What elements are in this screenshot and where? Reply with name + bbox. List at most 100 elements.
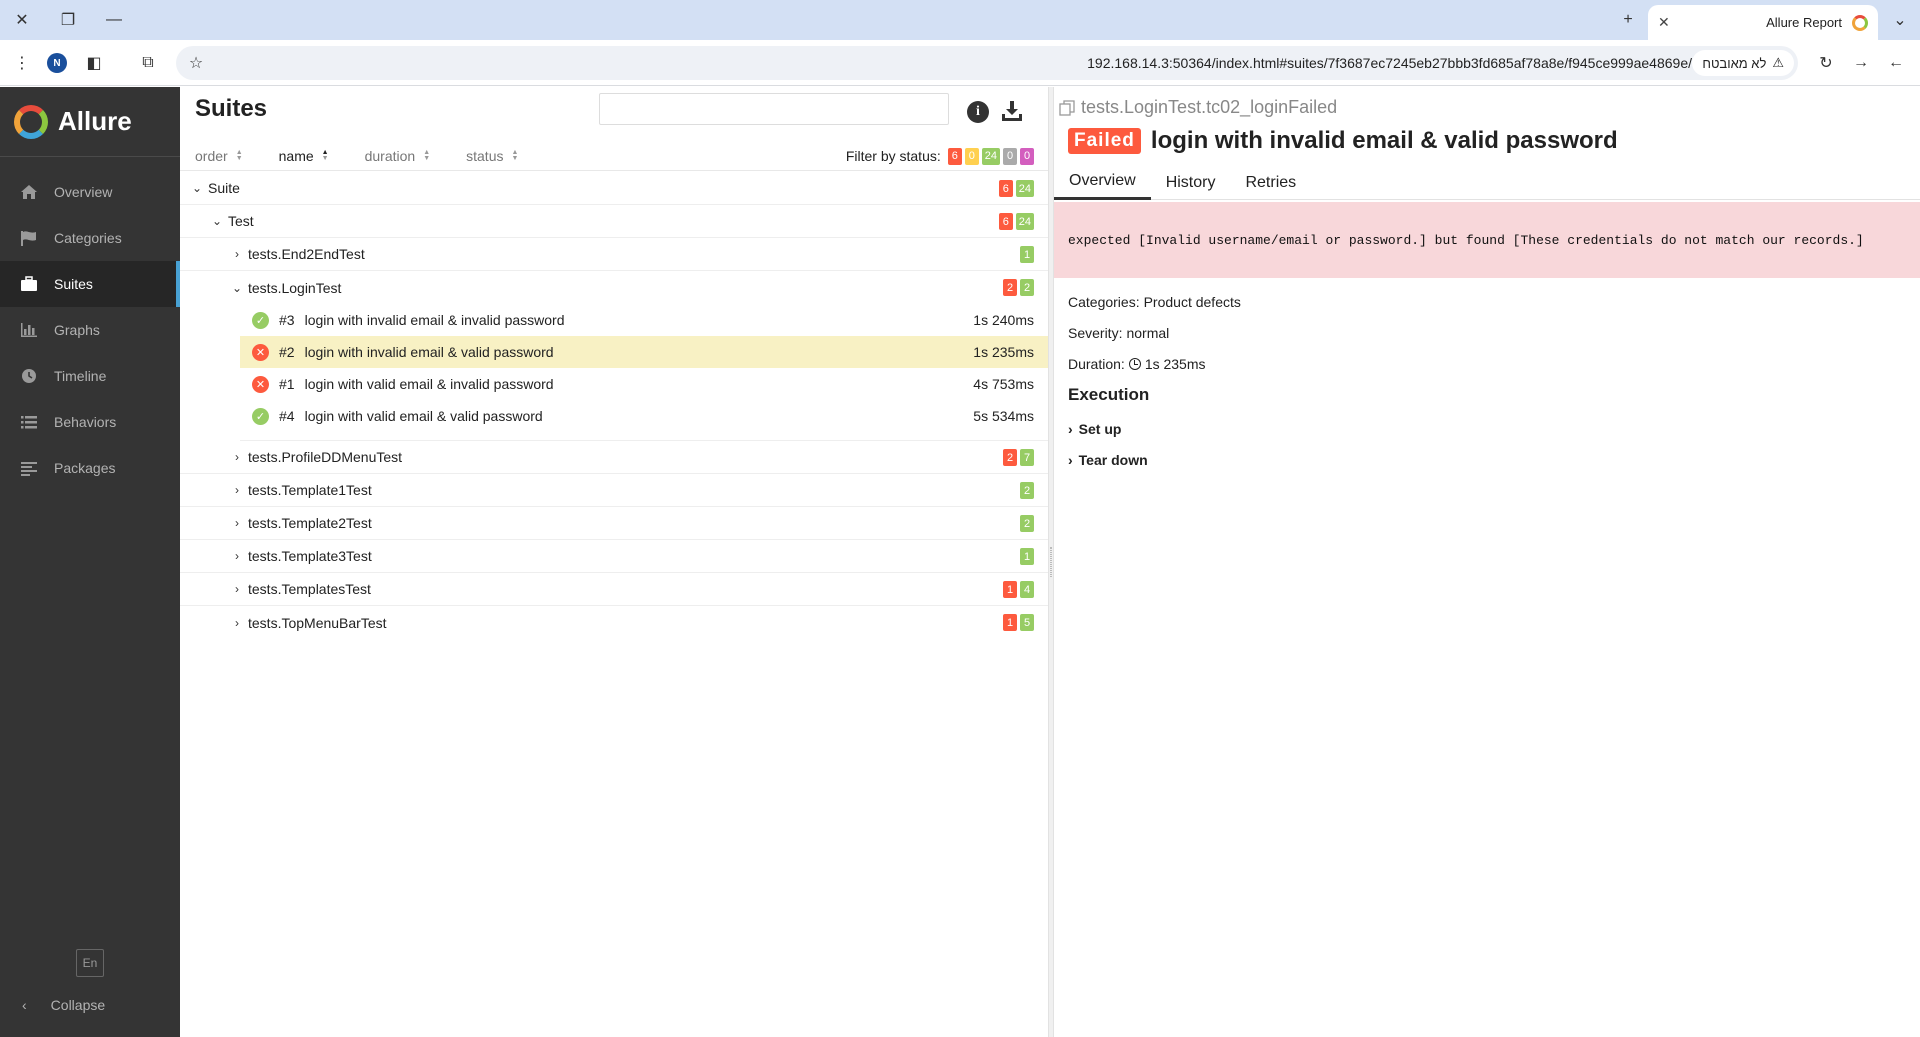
tree-node-suite[interactable]: ⌄ Suite 6 24 xyxy=(180,172,1048,205)
passed-count-badge: 24 xyxy=(1015,180,1034,197)
filter-unknown-badge[interactable]: 0 xyxy=(1020,147,1034,165)
list-icon xyxy=(18,413,40,431)
tab-close-icon[interactable]: ✕ xyxy=(1658,14,1670,31)
extensions-icon[interactable]: ⧉ xyxy=(134,49,162,77)
tab-history[interactable]: History xyxy=(1151,165,1231,200)
filter-broken-badge[interactable]: 0 xyxy=(964,147,979,165)
nav-label: Behaviors xyxy=(54,414,117,430)
tree-node-templatestest[interactable]: › tests.TemplatesTest 1 4 xyxy=(180,573,1048,606)
tree-node-topmenubartest[interactable]: › tests.TopMenuBarTest 1 5 xyxy=(180,606,1048,639)
new-tab-icon[interactable]: + xyxy=(1614,6,1642,34)
duration-value: 1s 235ms xyxy=(1144,356,1206,372)
nav-item-behaviors[interactable]: Behaviors xyxy=(0,399,180,445)
node-label: tests.Template2Test xyxy=(248,515,372,531)
nav-item-timeline[interactable]: Timeline xyxy=(0,353,180,399)
execution-teardown[interactable]: › Tear down xyxy=(1068,452,1148,468)
nav-item-suites[interactable]: Suites xyxy=(0,261,180,307)
test-case-row[interactable]: ✕ #1 login with valid email & invalid pa… xyxy=(240,368,1048,400)
nav-item-overview[interactable]: Overview xyxy=(0,169,180,215)
node-label: tests.TemplatesTest xyxy=(248,581,371,597)
passed-count-badge: 1 xyxy=(1020,548,1034,565)
passed-count-badge: 1 xyxy=(1020,246,1034,263)
failed-count-badge: 6 xyxy=(998,180,1013,197)
security-indicator[interactable]: ⚠ לא מאובטח xyxy=(1692,50,1794,76)
test-full-name[interactable]: tests.LoginTest.tc02_loginFailed xyxy=(1059,97,1337,118)
tree-node-template1test[interactable]: › tests.Template1Test 2 xyxy=(180,474,1048,507)
nav-label: Packages xyxy=(54,460,116,476)
clock-icon xyxy=(1128,358,1141,370)
chevron-right-icon: › xyxy=(235,483,239,497)
download-icon[interactable] xyxy=(1000,99,1024,123)
bar-chart-icon xyxy=(18,321,40,339)
suites-tree: ⌄ Suite 6 24 ⌄ Test 6 24 › tests.End2End… xyxy=(180,172,1048,639)
tree-node-test[interactable]: ⌄ Test 6 24 xyxy=(180,205,1048,238)
window-close-icon[interactable]: ✕ xyxy=(8,6,36,34)
sort-arrows-icon: ▲ ▼ xyxy=(423,148,431,162)
tab-overview[interactable]: Overview xyxy=(1054,165,1151,200)
test-case-row-selected[interactable]: ✕ #2 login with invalid email & valid pa… xyxy=(240,336,1048,368)
passed-count-badge: 2 xyxy=(1020,482,1034,499)
copy-icon[interactable] xyxy=(1059,99,1075,116)
chevron-down-icon: ⌄ xyxy=(191,181,203,195)
failed-count-badge: 2 xyxy=(1003,279,1017,296)
sort-name[interactable]: name ▲ ▼ xyxy=(279,148,329,164)
tree-node-end2endtest[interactable]: › tests.End2EndTest 1 xyxy=(180,238,1048,271)
categories-value: Product defects xyxy=(1143,294,1241,310)
browser-menu-icon[interactable]: ⋮ xyxy=(8,49,36,77)
chevron-down-icon: ⌄ xyxy=(211,214,223,228)
duration-label: Duration: xyxy=(1068,356,1125,372)
test-case-row[interactable]: ✓ #3 login with invalid email & invalid … xyxy=(240,304,1048,336)
search-input[interactable] xyxy=(599,93,949,125)
profile-initial: N xyxy=(47,53,67,73)
window-minimize-icon[interactable]: — xyxy=(100,6,128,34)
forward-icon[interactable]: → xyxy=(1847,49,1875,77)
filter-passed-badge[interactable]: 24 xyxy=(981,147,1000,165)
browser-tab[interactable]: ✕ Allure Report xyxy=(1648,5,1878,40)
url-text: 192.168.14.3:50364/index.html#suites/7f3… xyxy=(1087,55,1692,71)
sort-status[interactable]: status ▲ ▼ xyxy=(466,148,518,164)
info-icon[interactable]: i xyxy=(967,101,989,123)
language-button[interactable]: En xyxy=(76,949,104,977)
sort-duration[interactable]: duration ▲ ▼ xyxy=(365,148,431,164)
collapse-button[interactable]: ‹ Collapse xyxy=(0,987,180,1023)
case-number: #2 xyxy=(279,344,295,360)
sort-order[interactable]: order ▲ ▼ xyxy=(195,148,243,164)
nav-item-categories[interactable]: Categories xyxy=(0,215,180,261)
chevron-right-icon: › xyxy=(235,615,239,630)
side-panel-icon[interactable]: ◧ xyxy=(80,49,108,77)
execution-setup[interactable]: › Set up xyxy=(1068,421,1121,437)
tree-node-template3test[interactable]: › tests.Template3Test 1 xyxy=(180,540,1048,573)
case-name: login with invalid email & invalid passw… xyxy=(304,312,565,328)
passed-count-badge: 4 xyxy=(1020,581,1034,598)
address-bar[interactable]: ☆ 192.168.14.3:50364/index.html#suites/7… xyxy=(176,46,1798,80)
profile-avatar[interactable]: N xyxy=(43,49,71,77)
window-restore-icon[interactable]: ❐ xyxy=(54,6,82,34)
passed-count-badge: 2 xyxy=(1020,515,1034,532)
severity-label: Severity: xyxy=(1068,325,1123,341)
filter-failed-badge[interactable]: 6 xyxy=(947,147,962,165)
back-icon[interactable]: ← xyxy=(1882,49,1910,77)
tree-node-template2test[interactable]: › tests.Template2Test 2 xyxy=(180,507,1048,540)
browser-toolbar: ⋮ N ◧ ⧉ ☆ 192.168.14.3:50364/index.html#… xyxy=(0,40,1920,86)
reload-icon[interactable]: ↻ xyxy=(1812,49,1840,77)
case-duration: 1s 235ms xyxy=(973,344,1034,360)
nav-item-packages[interactable]: Packages xyxy=(0,445,180,491)
node-label: tests.Template3Test xyxy=(248,548,372,564)
passed-count-badge: 2 xyxy=(1020,279,1034,296)
logintest-cases: ✓ #3 login with invalid email & invalid … xyxy=(240,304,1048,441)
nav-item-graphs[interactable]: Graphs xyxy=(0,307,180,353)
bookmark-star-icon[interactable]: ☆ xyxy=(182,49,210,77)
tree-node-profileddmenutest[interactable]: › tests.ProfileDDMenuTest 2 7 xyxy=(180,441,1048,474)
tab-retries[interactable]: Retries xyxy=(1230,165,1311,200)
passed-check-icon: ✓ xyxy=(252,407,269,425)
nav-label: Graphs xyxy=(54,322,100,338)
sort-arrows-icon: ▲ ▼ xyxy=(511,148,519,162)
filter-skipped-badge[interactable]: 0 xyxy=(1003,147,1017,165)
tab-search-chevron-down-icon[interactable]: ⌄ xyxy=(1886,6,1914,34)
tree-node-logintest[interactable]: ⌄ tests.LoginTest 2 2 xyxy=(180,271,1048,304)
brand[interactable]: Allure xyxy=(0,87,180,157)
test-case-row[interactable]: ✓ #4 login with valid email & valid pass… xyxy=(240,400,1048,432)
tab-title: Allure Report xyxy=(1766,15,1842,30)
node-label: tests.TopMenuBarTest xyxy=(248,614,387,631)
chevron-right-icon: › xyxy=(235,450,239,464)
